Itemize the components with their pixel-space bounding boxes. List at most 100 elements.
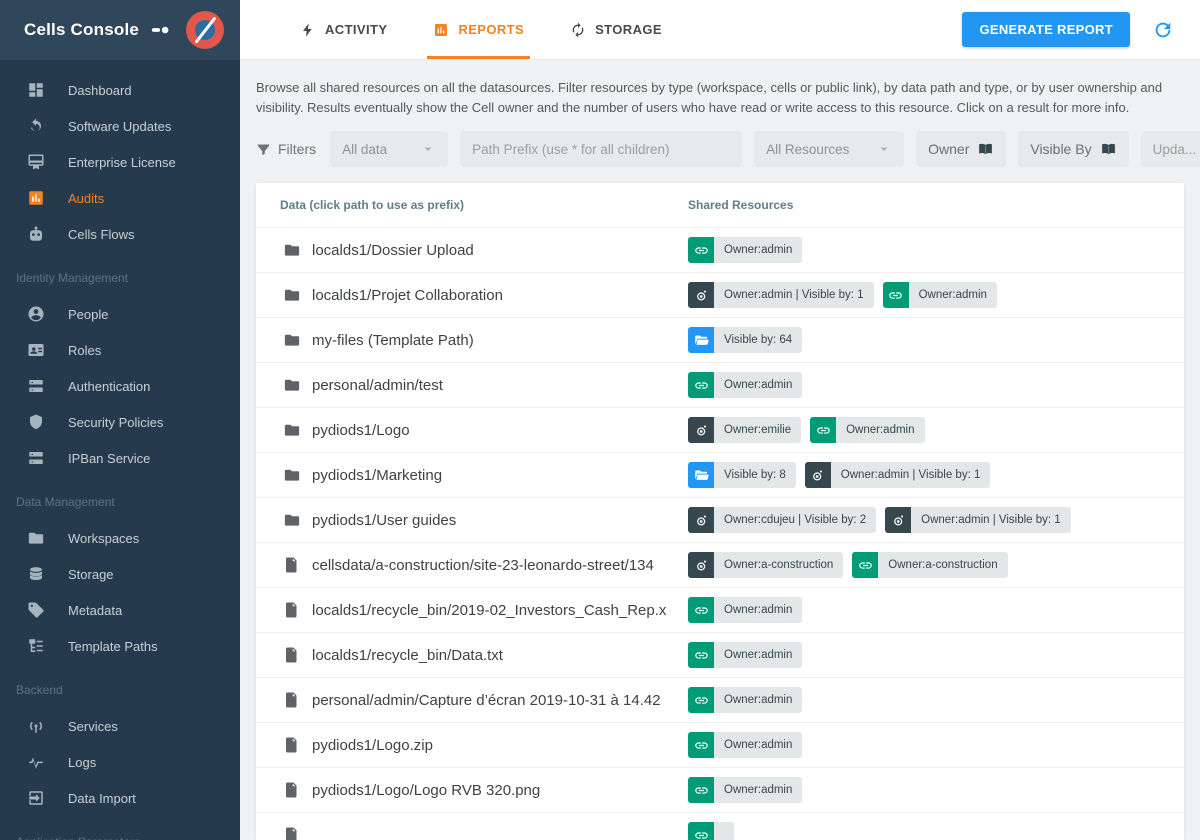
table-row[interactable]: cellsdata/a-construction/site-23-leonard… <box>256 542 1184 587</box>
funnel-icon <box>256 142 271 157</box>
data-path[interactable]: my-files (Template Path) <box>312 332 474 349</box>
sidebar-item-authentication[interactable]: Authentication <box>0 368 240 404</box>
sidebar-item-security-policies[interactable]: Security Policies <box>0 404 240 440</box>
table-row[interactable]: personal/admin/test Owner:admin <box>256 362 1184 407</box>
shared-resources-cell: Owner:a-construction Owner:a-construction <box>688 552 1184 578</box>
storage-icon <box>26 565 46 583</box>
link-icon <box>688 372 714 398</box>
share-badge-cells[interactable]: Owner:admin | Visible by: 1 <box>805 462 991 488</box>
link-icon <box>688 822 714 840</box>
sidebar-item-cells-flows[interactable]: Cells Flows <box>0 216 240 252</box>
sidebar-item-software-updates[interactable]: Software Updates <box>0 108 240 144</box>
share-badge-link[interactable]: Owner:admin <box>688 777 802 803</box>
share-badge-link[interactable] <box>688 822 734 840</box>
sidebar-item-roles[interactable]: Roles <box>0 332 240 368</box>
data-path-cell: pydiods1/Logo <box>256 421 688 439</box>
share-badge-link[interactable]: Owner:admin <box>688 237 802 263</box>
datasource-select[interactable]: All data <box>330 131 448 167</box>
shared-resources-cell: Owner:cdujeu | Visible by: 2 Owner:admin … <box>688 507 1184 533</box>
folder-icon <box>283 421 301 439</box>
sidebar-item-data-import[interactable]: Data Import <box>0 780 240 816</box>
file-icon <box>283 826 301 840</box>
resources-select[interactable]: All Resources <box>754 131 904 167</box>
updated-filter[interactable]: Upda... <box>1141 131 1200 167</box>
table-row[interactable]: localds1/recycle_bin/Data.txt Owner:admin <box>256 632 1184 677</box>
main-column: ACTIVITYREPORTSSTORAGE GENERATE REPORT B… <box>240 0 1200 840</box>
share-badge-link[interactable]: Owner:a-construction <box>852 552 1007 578</box>
share-badge-cells[interactable]: Owner:emilie <box>688 417 801 443</box>
sidebar-item-label: Services <box>68 719 118 734</box>
data-path[interactable]: pydiods1/Marketing <box>312 467 442 484</box>
sidebar-item-services[interactable]: Services <box>0 708 240 744</box>
tab-storage[interactable]: STORAGE <box>570 0 662 59</box>
visible-by-filter[interactable]: Visible By <box>1018 131 1128 167</box>
share-badge-workspace[interactable]: Visible by: 64 <box>688 327 802 353</box>
shared-resources-cell: Owner:admin <box>688 687 1184 713</box>
data-path-cell: pydiods1/Logo.zip <box>256 736 688 754</box>
share-badge-workspace[interactable]: Visible by: 8 <box>688 462 796 488</box>
sidebar-item-template-paths[interactable]: Template Paths <box>0 628 240 664</box>
cells-icon <box>885 507 911 533</box>
table-row[interactable] <box>256 812 1184 840</box>
share-badge-link[interactable]: Owner:admin <box>688 372 802 398</box>
data-path[interactable]: localds1/Dossier Upload <box>312 242 474 259</box>
sidebar-item-workspaces[interactable]: Workspaces <box>0 520 240 556</box>
sidebar-item-logs[interactable]: Logs <box>0 744 240 780</box>
table-row[interactable]: localds1/Projet Collaboration Owner:admin… <box>256 272 1184 317</box>
link-icon <box>852 552 878 578</box>
sidebar-item-storage[interactable]: Storage <box>0 556 240 592</box>
grid-icon <box>26 81 46 99</box>
table-row[interactable]: personal/admin/Capture d’écran 2019-10-3… <box>256 677 1184 722</box>
tab-reports[interactable]: REPORTS <box>433 0 524 59</box>
share-badge-link[interactable]: Owner:admin <box>883 282 997 308</box>
table-row[interactable]: pydiods1/Marketing Visible by: 8 Owner:adm… <box>256 452 1184 497</box>
share-badge-link[interactable]: Owner:admin <box>688 687 802 713</box>
data-path[interactable]: pydiods1/Logo.zip <box>312 737 433 754</box>
share-badge-link[interactable]: Owner:admin <box>688 597 802 623</box>
share-badge-link[interactable]: Owner:admin <box>688 642 802 668</box>
data-path[interactable]: personal/admin/test <box>312 377 443 394</box>
owner-filter[interactable]: Owner <box>916 131 1006 167</box>
data-path[interactable]: localds1/recycle_bin/2019-02_Investors_C… <box>312 602 666 619</box>
share-badge-cells[interactable]: Owner:a-construction <box>688 552 843 578</box>
shield-icon <box>26 413 46 431</box>
sidebar-item-enterprise-license[interactable]: Enterprise License <box>0 144 240 180</box>
sidebar-item-ipban-service[interactable]: IPBan Service <box>0 440 240 476</box>
data-path[interactable]: localds1/recycle_bin/Data.txt <box>312 647 503 664</box>
data-path[interactable]: pydiods1/User guides <box>312 512 456 529</box>
folder-icon <box>283 376 301 394</box>
sidebar-item-audits[interactable]: Audits <box>0 180 240 216</box>
data-path[interactable]: pydiods1/Logo/Logo RVB 320.png <box>312 782 540 799</box>
tab-activity[interactable]: ACTIVITY <box>300 0 387 59</box>
robot-icon <box>26 225 46 243</box>
data-path[interactable]: personal/admin/Capture d’écran 2019-10-3… <box>312 692 661 709</box>
share-badge-cells[interactable]: Owner:admin | Visible by: 1 <box>885 507 1071 533</box>
sidebar-item-label: People <box>68 307 108 322</box>
data-path[interactable]: cellsdata/a-construction/site-23-leonard… <box>312 557 654 574</box>
data-path-cell <box>256 826 688 840</box>
share-badge-cells[interactable]: Owner:cdujeu | Visible by: 2 <box>688 507 876 533</box>
table-row[interactable]: pydiods1/Logo/Logo RVB 320.png Owner:admi… <box>256 767 1184 812</box>
share-badge-link[interactable]: Owner:admin <box>810 417 924 443</box>
path-prefix-input[interactable]: Path Prefix (use * for all children) <box>460 131 742 167</box>
table-row[interactable]: my-files (Template Path) Visible by: 64 <box>256 317 1184 362</box>
table-row[interactable]: pydiods1/Logo Owner:emilie Owner:admin <box>256 407 1184 452</box>
share-badge-cells[interactable]: Owner:admin | Visible by: 1 <box>688 282 874 308</box>
address-book-icon <box>1100 141 1117 158</box>
shared-resources-cell: Owner:admin <box>688 642 1184 668</box>
data-path[interactable]: localds1/Projet Collaboration <box>312 287 503 304</box>
share-badge-link[interactable]: Owner:admin <box>688 732 802 758</box>
update-icon <box>26 117 46 135</box>
sidebar-item-dashboard[interactable]: Dashboard <box>0 72 240 108</box>
file-icon <box>283 691 301 709</box>
table-row[interactable]: pydiods1/User guides Owner:cdujeu | Visib… <box>256 497 1184 542</box>
table-row[interactable]: pydiods1/Logo.zip Owner:admin <box>256 722 1184 767</box>
generate-report-button[interactable]: GENERATE REPORT <box>962 12 1130 47</box>
data-path[interactable]: pydiods1/Logo <box>312 422 410 439</box>
refresh-icon[interactable] <box>1152 19 1174 41</box>
sidebar-toggle-icon[interactable] <box>150 19 172 41</box>
sidebar-item-people[interactable]: People <box>0 296 240 332</box>
sidebar-item-metadata[interactable]: Metadata <box>0 592 240 628</box>
table-row[interactable]: localds1/recycle_bin/2019-02_Investors_C… <box>256 587 1184 632</box>
table-row[interactable]: localds1/Dossier Upload Owner:admin <box>256 227 1184 272</box>
